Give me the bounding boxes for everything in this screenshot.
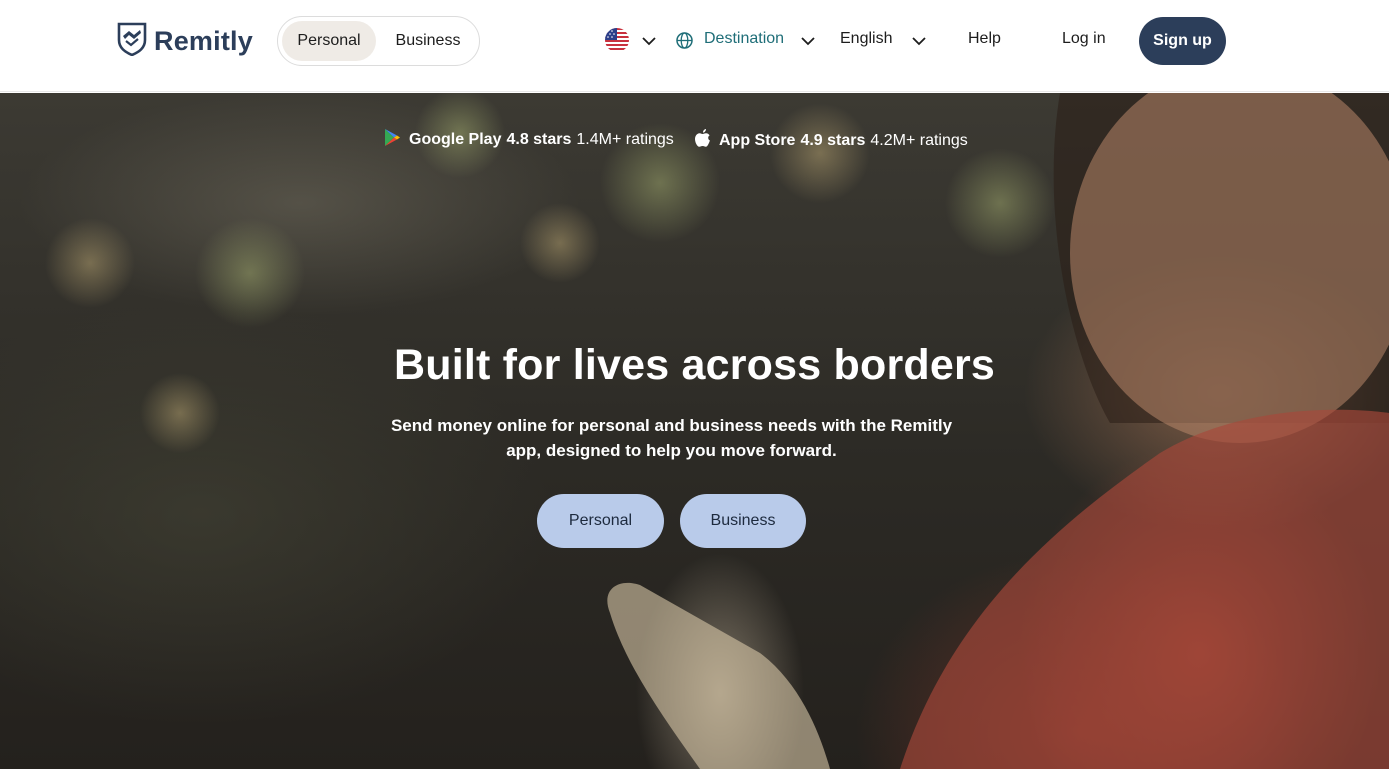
google-play-store-label: Google Play [409,131,502,148]
language-chevron-down-icon[interactable] [912,34,926,48]
hero-headline: Built for lives across borders [393,341,996,389]
remitly-logo[interactable]: Remitly [117,22,253,61]
logo-text: Remitly [154,25,253,56]
google-play-count: 1.4M+ ratings [576,131,674,148]
globe-icon [676,32,693,49]
app-store-count: 4.2M+ ratings [870,131,968,149]
app-store-stars: 4.9 stars [800,131,866,149]
hero-personal-button[interactable]: Personal [537,494,664,548]
app-ratings: Google Play 4.8 stars 1.4M+ ratings App … [0,128,1389,150]
apple-icon [694,128,711,153]
destination-chevron-down-icon[interactable] [801,34,815,48]
account-type-toggle: Personal Business [277,16,480,66]
signup-button[interactable]: Sign up [1139,17,1226,65]
google-play-rating[interactable]: Google Play 4.8 stars 1.4M+ ratings [384,128,674,152]
google-play-stars: 4.8 stars [506,131,572,148]
country-chevron-down-icon[interactable] [642,34,656,48]
segment-personal-button[interactable]: Personal [282,21,376,61]
language-selector[interactable]: English [840,30,892,48]
hero-subhead: Send money online for personal and busin… [390,416,953,460]
hero-section: Google Play 4.8 stars 1.4M+ ratings App … [0,93,1389,769]
google-play-icon [384,128,401,152]
remitly-shield-icon [117,22,147,61]
app-store-label: App Store [719,131,796,149]
hero-business-button[interactable]: Business [680,494,806,548]
login-link[interactable]: Log in [1062,30,1106,48]
segment-business-button[interactable]: Business [380,21,476,61]
us-flag-icon[interactable] [605,28,629,52]
app-store-rating[interactable]: App Store 4.9 stars 4.2M+ ratings [694,128,968,153]
site-header: Remitly Personal Business Destination En… [0,0,1389,92]
help-link[interactable]: Help [968,30,1001,48]
destination-selector[interactable]: Destination [704,30,784,48]
